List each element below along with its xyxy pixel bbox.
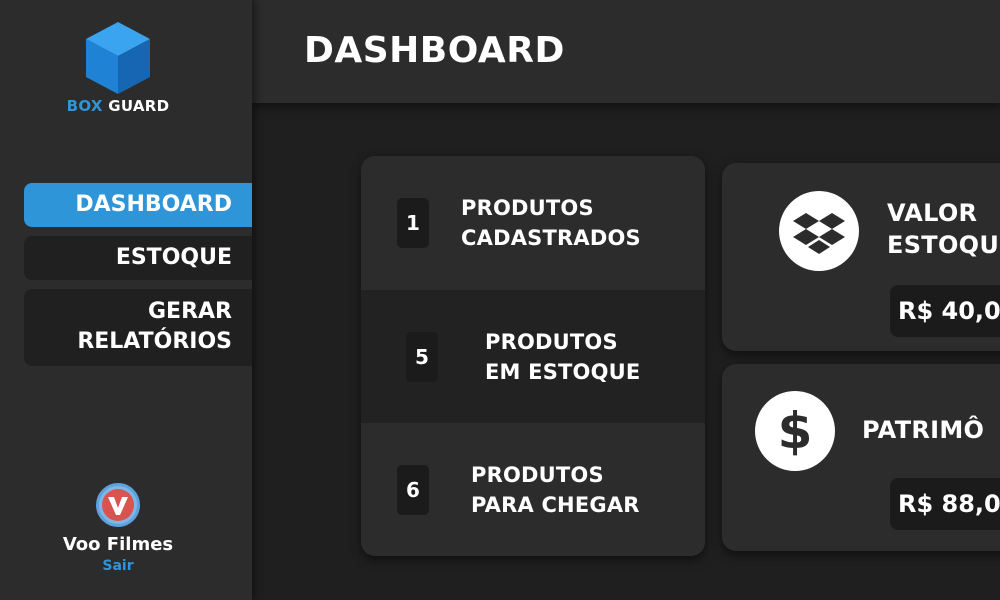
user-name: Voo Filmes — [62, 534, 174, 555]
stock-value-amount: R$ 40,0 — [890, 285, 1000, 337]
stat-row-produtos-em-estoque: 5 PRODUTOS EM ESTOQUE — [361, 290, 705, 423]
stock-value-title: VALOR ESTOQU — [887, 199, 1000, 259]
brand-name-part1: BOX — [66, 97, 103, 115]
v-logo-icon — [102, 489, 134, 521]
stat-count: 1 — [397, 198, 429, 248]
stock-value-card: VALOR ESTOQU R$ 40,0 — [722, 163, 1000, 351]
brand-name-part2: GUARD — [102, 97, 170, 115]
sidebar-item-dashboard[interactable]: DASHBOARD — [24, 183, 252, 227]
page-title: DASHBOARD — [304, 30, 565, 71]
stat-label: PRODUTOS EM ESTOQUE — [485, 330, 641, 384]
stat-label: PRODUTOS CADASTRADOS — [461, 196, 641, 250]
stat-row-produtos-para-chegar: 6 PRODUTOS PARA CHEGAR — [361, 423, 705, 556]
avatar — [96, 483, 140, 527]
stat-count: 5 — [406, 332, 438, 382]
sidebar-item-estoque[interactable]: ESTOQUE — [24, 236, 252, 280]
patrimony-card: $ PATRIMÔ R$ 88,0 — [722, 364, 1000, 551]
dropbox-icon — [779, 191, 859, 271]
sidebar-item-gerar-relatorios[interactable]: GERAR RELATÓRIOS — [24, 289, 252, 366]
sidebar-nav: DASHBOARD ESTOQUE GERAR RELATÓRIOS — [24, 183, 252, 375]
stat-row-produtos-cadastrados: 1 PRODUTOS CADASTRADOS — [361, 156, 705, 290]
patrimony-amount: R$ 88,0 — [890, 478, 1000, 530]
svg-text:$: $ — [778, 402, 813, 460]
stat-count: 6 — [397, 465, 429, 515]
header: DASHBOARD — [252, 0, 1000, 103]
stat-label: PRODUTOS PARA CHEGAR — [471, 463, 640, 517]
patrimony-title: PATRIMÔ — [862, 416, 985, 444]
stats-card: 1 PRODUTOS CADASTRADOS 5 PRODUTOS EM EST… — [361, 156, 705, 556]
sidebar: BOX GUARD DASHBOARD ESTOQUE GERAR RELATÓ… — [0, 0, 252, 600]
dollar-icon: $ — [755, 391, 835, 471]
logout-link[interactable]: Sair — [0, 558, 236, 574]
brand-name: BOX GUARD — [0, 97, 236, 115]
cube-logo-icon — [86, 22, 150, 94]
